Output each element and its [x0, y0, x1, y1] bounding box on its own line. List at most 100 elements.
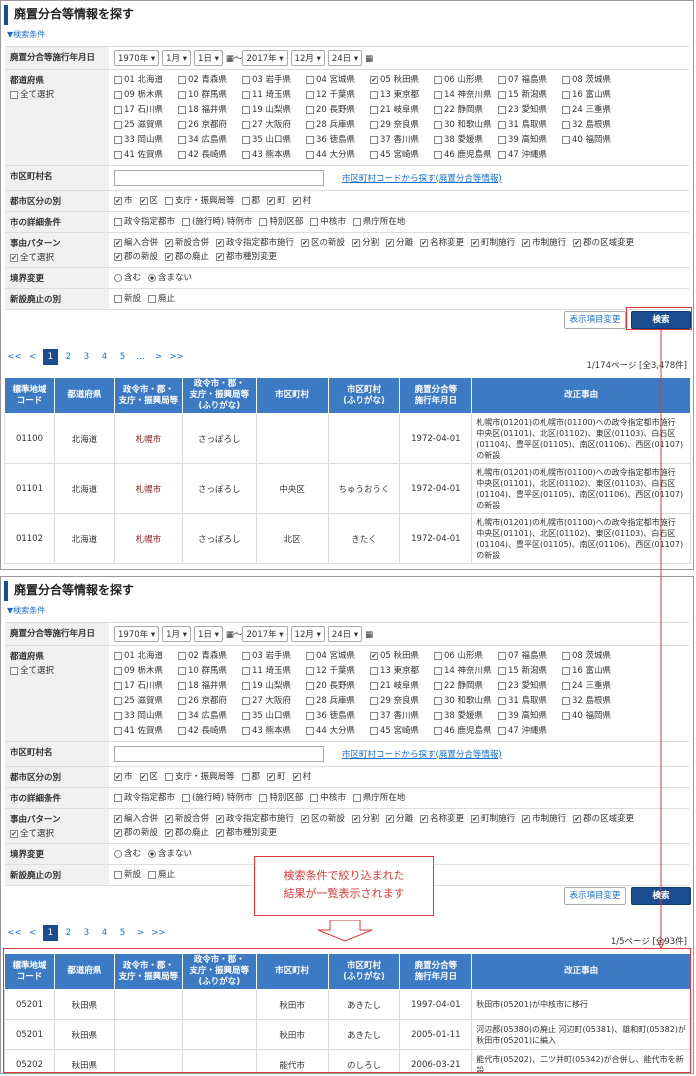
checkbox[interactable]: ✔ [301, 814, 310, 823]
city-detail-checkbox[interactable]: 県庁所在地 [352, 791, 405, 805]
checkbox[interactable] [434, 696, 442, 705]
reason-checkbox[interactable]: ✔ 都市種別変更 [216, 250, 277, 264]
pref-checkbox[interactable]: 10 群馬県 [178, 664, 235, 678]
checkbox[interactable] [306, 120, 314, 129]
checkbox[interactable]: ✔ [10, 253, 18, 262]
date-to-day-select[interactable]: 24日 ▾ [327, 50, 363, 66]
pref-checkbox[interactable]: 40 福岡県 [562, 709, 619, 723]
checkbox[interactable] [182, 217, 191, 226]
checkbox[interactable] [434, 711, 442, 720]
checkbox[interactable] [434, 120, 442, 129]
pref-checkbox[interactable]: 20 長野県 [306, 103, 363, 117]
pref-checkbox[interactable]: 38 愛媛県 [434, 133, 491, 147]
pref-checkbox[interactable]: 04 宮城県 [306, 73, 363, 87]
city-type-checkbox[interactable]: 支庁・振興局等 [165, 194, 235, 208]
city-detail-checkbox[interactable]: 特別区部 [259, 791, 303, 805]
checkbox[interactable]: ✔ [114, 772, 122, 781]
checkbox[interactable]: ✔ [370, 75, 378, 84]
checkbox[interactable] [114, 120, 122, 129]
pref-checkbox[interactable]: 02 青森県 [178, 649, 235, 663]
display-fields-button[interactable]: 表示項目変更 [564, 311, 626, 329]
pref-checkbox[interactable]: 23 愛知県 [498, 679, 555, 693]
pref-checkbox[interactable]: 06 山形県 [434, 649, 491, 663]
pref-checkbox[interactable]: 25 滋賀県 [114, 118, 171, 132]
pref-checkbox[interactable]: 36 徳島県 [306, 709, 363, 723]
checkbox[interactable] [498, 90, 506, 99]
checkbox[interactable] [114, 870, 122, 879]
date-to-day-select[interactable]: 24日 ▾ [327, 626, 363, 642]
display-fields-button[interactable]: 表示項目変更 [564, 887, 626, 905]
pref-checkbox[interactable]: 10 群馬県 [178, 88, 235, 102]
checkbox[interactable]: ✔ [522, 238, 531, 247]
page-link[interactable]: >> [169, 349, 184, 365]
reason-checkbox[interactable]: ✔ 新設合併 [165, 236, 209, 250]
city-detail-checkbox[interactable]: 特別区部 [259, 215, 303, 229]
pref-checkbox[interactable]: 29 奈良県 [370, 694, 427, 708]
pref-checkbox[interactable]: 16 富山県 [562, 664, 619, 678]
checkbox[interactable] [242, 120, 250, 129]
page-link[interactable]: 2 [61, 925, 76, 941]
checkbox[interactable] [370, 711, 378, 720]
reason-checkbox[interactable]: ✔ 区の新設 [301, 812, 345, 826]
checkbox[interactable] [242, 75, 250, 84]
pref-checkbox[interactable]: 40 福岡県 [562, 133, 619, 147]
pref-checkbox[interactable]: 17 石川県 [114, 103, 171, 117]
radio[interactable] [114, 273, 122, 282]
checkbox[interactable]: ✔ [216, 814, 225, 823]
pref-checkbox[interactable]: 26 京都府 [178, 118, 235, 132]
pref-checkbox[interactable]: 03 岩手県 [242, 649, 299, 663]
pref-checkbox[interactable]: 47 沖縄県 [498, 724, 555, 738]
checkbox[interactable] [114, 726, 122, 735]
checkbox[interactable] [434, 651, 442, 660]
calendar-icon[interactable]: ▦ [365, 630, 373, 640]
checkbox[interactable] [562, 90, 570, 99]
pref-checkbox[interactable]: 22 静岡県 [434, 679, 491, 693]
checkbox[interactable]: ✔ [216, 252, 225, 261]
checkbox[interactable] [370, 726, 378, 735]
checkbox[interactable] [434, 150, 442, 159]
checkbox[interactable]: ✔ [386, 238, 395, 247]
pref-checkbox[interactable]: 29 奈良県 [370, 118, 427, 132]
checkbox[interactable] [242, 681, 250, 690]
checkbox[interactable] [165, 196, 174, 205]
checkbox[interactable] [562, 120, 570, 129]
checkbox[interactable]: ✔ [267, 772, 276, 781]
city-type-checkbox[interactable]: ✔ 区 [139, 194, 158, 208]
checkbox[interactable]: ✔ [165, 828, 174, 837]
checkbox[interactable] [370, 90, 378, 99]
border-radio[interactable]: 含む [114, 271, 141, 285]
pref-checkbox[interactable]: 44 大分県 [306, 148, 363, 162]
checkbox[interactable]: ✔ [370, 651, 378, 660]
checkbox[interactable] [114, 150, 122, 159]
checkbox[interactable] [370, 150, 378, 159]
city-detail-checkbox[interactable]: (施行時) 特例市 [182, 215, 252, 229]
city-detail-checkbox[interactable]: (施行時) 特例市 [182, 791, 252, 805]
radio[interactable] [148, 273, 157, 282]
pref-checkbox[interactable]: ✔ 05 秋田県 [370, 649, 427, 663]
pref-checkbox[interactable]: 26 京都府 [178, 694, 235, 708]
page-link[interactable]: < [25, 925, 40, 941]
city-type-checkbox[interactable]: ✔ 村 [292, 770, 311, 784]
checkbox[interactable] [114, 681, 122, 690]
page-link[interactable]: 3 [79, 925, 94, 941]
pref-checkbox[interactable]: 04 宮城県 [306, 649, 363, 663]
checkbox[interactable] [306, 696, 314, 705]
pref-checkbox[interactable]: 13 東京都 [370, 88, 427, 102]
reason-checkbox[interactable]: ✔ 都市種別変更 [216, 826, 277, 840]
reason-checkbox[interactable]: ✔ 市制施行 [522, 812, 566, 826]
checkbox[interactable] [562, 696, 570, 705]
city-detail-checkbox[interactable]: 県庁所在地 [352, 215, 405, 229]
page-link[interactable]: 1 [43, 925, 58, 941]
reason-checkbox[interactable]: ✔ 郡の新設 [114, 250, 158, 264]
city-type-checkbox[interactable]: ✔ 市 [114, 770, 133, 784]
pref-checkbox[interactable]: 06 山形県 [434, 73, 491, 87]
pref-checkbox[interactable]: 23 愛知県 [498, 103, 555, 117]
checkbox[interactable] [178, 651, 186, 660]
checkbox[interactable] [114, 696, 122, 705]
city-type-checkbox[interactable]: ✔ 区 [139, 770, 158, 784]
pref-checkbox[interactable]: 01 北海道 [114, 73, 171, 87]
pref-checkbox[interactable]: 33 岡山県 [114, 133, 171, 147]
checkbox[interactable] [178, 666, 186, 675]
checkbox[interactable]: ✔ [139, 196, 148, 205]
pref-checkbox[interactable]: 13 東京都 [370, 664, 427, 678]
